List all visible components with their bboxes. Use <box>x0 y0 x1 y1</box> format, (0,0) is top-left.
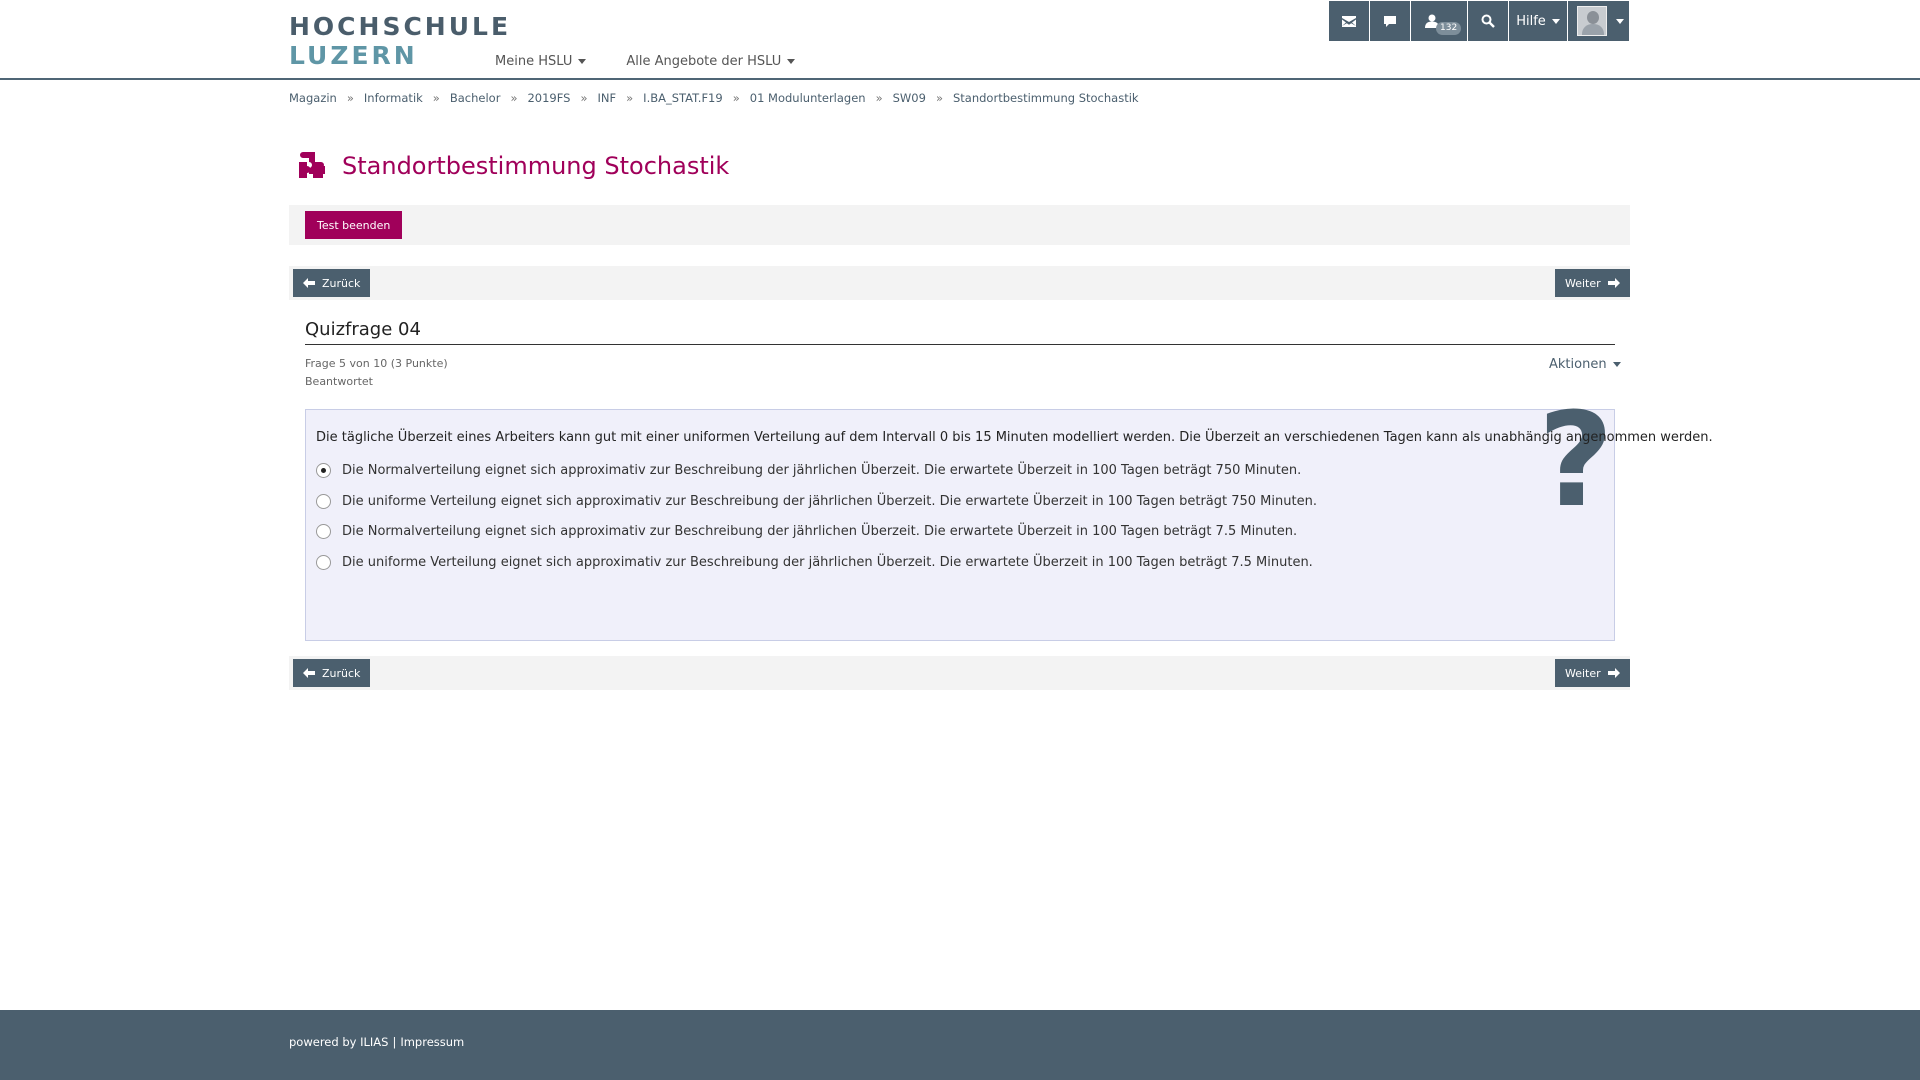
radio-button[interactable] <box>316 463 331 478</box>
chevron-down-icon <box>1616 18 1624 24</box>
breadcrumb-separator: » <box>732 91 740 105</box>
breadcrumb-separator: » <box>626 91 634 105</box>
chevron-down-icon <box>578 59 587 64</box>
nav-meine-hslu[interactable]: Meine HSLU <box>490 54 591 69</box>
mail-button[interactable] <box>1329 1 1370 41</box>
question-mark-icon: ? <box>1538 384 1614 536</box>
answer-option-label: Die Normalverteilung eignet sich approxi… <box>342 524 1298 539</box>
prev-button-bottom[interactable]: Zurück <box>293 659 371 687</box>
logo-line-1: HOCHSCHULE <box>289 12 512 41</box>
puzzle-icon <box>299 152 325 178</box>
test-toolbar <box>289 205 1630 245</box>
arrow-right-icon <box>1607 278 1620 288</box>
question-meta: Frage 5 von 10 (3 Punkte) Beantwortet <box>305 355 448 391</box>
breadcrumb-item[interactable]: Magazin <box>289 91 337 105</box>
ilias-link[interactable]: powered by ILIAS <box>289 1035 388 1049</box>
arrow-right-icon <box>1607 668 1620 678</box>
footer-links: powered by ILIAS | Impressum <box>289 1035 464 1049</box>
breadcrumb-item[interactable]: INF <box>598 91 617 105</box>
question-nav-top <box>289 266 1630 300</box>
question-status: Beantwortet <box>305 375 373 388</box>
radio-button[interactable] <box>316 524 331 539</box>
breadcrumb-separator: » <box>510 91 518 105</box>
prev-label: Zurück <box>322 276 361 290</box>
answer-option[interactable]: Die Normalverteilung eignet sich approxi… <box>316 524 1297 539</box>
end-test-button[interactable]: Test beenden <box>305 211 403 239</box>
header: HOCHSCHULE LUZERN Meine HSLU Alle Angebo… <box>0 0 1920 80</box>
next-label: Weiter <box>1565 666 1601 680</box>
answer-option[interactable]: Die Normalverteilung eignet sich approxi… <box>316 463 1301 478</box>
nav-meine-hslu-label: Meine HSLU <box>495 54 573 69</box>
breadcrumb-item[interactable]: Standortbestimmung Stochastik <box>953 91 1139 105</box>
search-icon <box>1481 14 1495 28</box>
avatar <box>1577 6 1607 36</box>
answer-option[interactable]: Die uniforme Verteilung eignet sich appr… <box>316 494 1317 509</box>
user-menu-button[interactable] <box>1568 1 1629 41</box>
breadcrumb-item[interactable]: 2019FS <box>527 91 570 105</box>
search-button[interactable] <box>1468 1 1509 41</box>
impressum-link[interactable]: Impressum <box>400 1035 464 1049</box>
breadcrumb-separator: » <box>346 91 354 105</box>
nav-alle-angebote-label: Alle Angebote der HSLU <box>626 54 782 69</box>
help-button[interactable]: Hilfe <box>1509 1 1568 41</box>
prev-label: Zurück <box>322 666 361 680</box>
answer-option-label: Die Normalverteilung eignet sich approxi… <box>342 463 1302 478</box>
breadcrumb-separator: » <box>432 91 440 105</box>
chevron-down-icon <box>1551 18 1560 24</box>
question-title: Quizfrage 04 <box>305 319 1615 345</box>
answer-option-label: Die uniforme Verteilung eignet sich appr… <box>342 555 1313 570</box>
page-header: Standortbestimmung Stochastik <box>295 150 729 182</box>
page-title: Standortbestimmung Stochastik <box>342 152 730 180</box>
online-users-button[interactable]: 132 <box>1411 1 1468 41</box>
answer-option-label: Die uniforme Verteilung eignet sich appr… <box>342 494 1317 509</box>
radio-button[interactable] <box>316 555 331 570</box>
radio-button[interactable] <box>316 494 331 509</box>
arrow-left-icon <box>303 278 315 288</box>
chevron-down-icon <box>787 59 796 64</box>
help-label: Hilfe <box>1516 13 1546 29</box>
mail-icon <box>1342 16 1356 27</box>
actions-label: Aktionen <box>1549 357 1607 372</box>
answer-option[interactable]: Die uniforme Verteilung eignet sich appr… <box>316 555 1313 570</box>
next-button-bottom[interactable]: Weiter <box>1555 659 1630 687</box>
breadcrumb-separator: » <box>875 91 883 105</box>
breadcrumb-item[interactable]: SW09 <box>893 91 926 105</box>
logo-line-2: LUZERN <box>289 41 418 70</box>
actions-dropdown[interactable]: Aktionen <box>1549 357 1621 372</box>
top-toolbar: 132 Hilfe <box>1329 1 1629 41</box>
breadcrumb: Magazin » Informatik » Bachelor » 2019FS » INF » I… <box>289 91 1139 105</box>
breadcrumb-item[interactable]: Informatik <box>364 91 423 105</box>
question-progress: Frage 5 von 10 (3 Punkte) <box>305 357 448 370</box>
question-text: Die tägliche Überzeit eines Arbeiters ka… <box>316 430 1713 445</box>
breadcrumb-separator: » <box>935 91 943 105</box>
chat-button[interactable] <box>1370 1 1411 41</box>
user-count-badge: 132 <box>1436 22 1462 35</box>
prev-button-top[interactable]: Zurück <box>293 269 371 297</box>
main-nav: Meine HSLU Alle Angebote der HSLU <box>490 54 800 69</box>
footer <box>0 1010 1920 1080</box>
chevron-down-icon <box>1612 362 1621 367</box>
hslu-logo[interactable]: HOCHSCHULE LUZERN <box>289 14 511 68</box>
next-button-top[interactable]: Weiter <box>1555 269 1630 297</box>
chat-icon <box>1384 15 1396 27</box>
arrow-left-icon <box>303 668 315 678</box>
nav-alle-angebote[interactable]: Alle Angebote der HSLU <box>621 54 800 69</box>
breadcrumb-item[interactable]: I.BA_STAT.F19 <box>643 91 723 105</box>
breadcrumb-item[interactable]: Bachelor <box>450 91 501 105</box>
next-label: Weiter <box>1565 276 1601 290</box>
breadcrumb-separator: » <box>580 91 588 105</box>
footer-divider: | <box>392 1035 397 1049</box>
question-nav-bottom <box>289 656 1630 690</box>
breadcrumb-item[interactable]: 01 Modulunterlagen <box>750 91 866 105</box>
